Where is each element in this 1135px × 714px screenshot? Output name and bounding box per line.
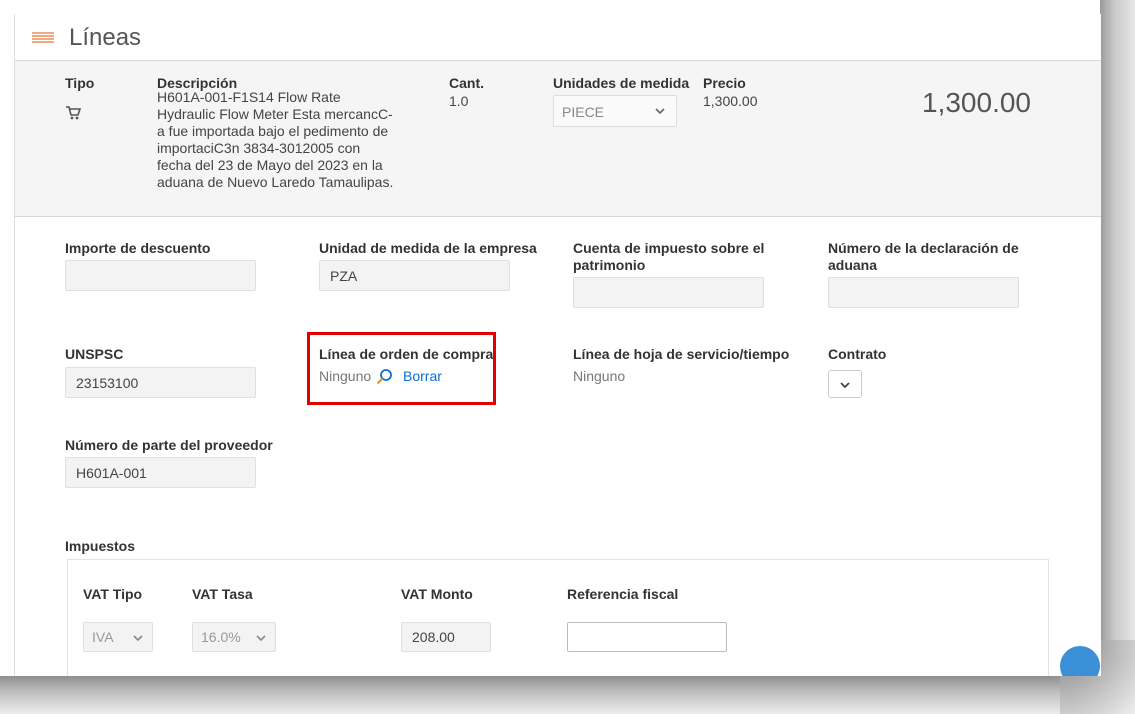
vat-rate-select[interactable]: 16.0% xyxy=(192,622,276,652)
contract-label: Contrato xyxy=(828,346,887,362)
discount-field[interactable] xyxy=(65,260,256,291)
supplier-part-field[interactable]: H601A-001 xyxy=(65,457,256,488)
fiscal-reference-label: Referencia fiscal xyxy=(567,586,679,602)
unspsc-label: UNSPSC xyxy=(65,346,124,362)
quantity-label: Cant. xyxy=(449,75,484,91)
unspsc-field[interactable]: 23153100 xyxy=(65,367,256,398)
type-label: Tipo xyxy=(65,75,95,91)
chat-icon[interactable] xyxy=(1060,646,1100,676)
vat-type-label: VAT Tipo xyxy=(83,586,143,602)
price-value: 1,300.00 xyxy=(703,93,758,109)
lines-icon xyxy=(32,32,54,44)
vat-rate-label: VAT Tasa xyxy=(192,586,253,602)
vat-amount-field[interactable]: 208.00 xyxy=(401,622,491,652)
vat-type-select[interactable]: IVA xyxy=(83,622,153,652)
taxes-box: VAT Tipo IVA VAT Tasa 16.0% VAT Monto 20… xyxy=(67,559,1049,676)
customs-label-line: aduana xyxy=(828,257,878,273)
section-title: Líneas xyxy=(69,24,142,51)
price-label: Precio xyxy=(703,75,746,91)
company-uom-label: Unidad de medida de la empresa xyxy=(319,240,537,256)
shadow-frame-bottom xyxy=(0,676,1135,714)
service-sheet-value: Ninguno xyxy=(573,368,626,384)
contract-dropdown[interactable] xyxy=(828,370,862,398)
quantity-value: 1.0 xyxy=(449,93,469,109)
asset-tax-label-line: patrimonio xyxy=(573,257,646,273)
vat-type-value: IVA xyxy=(92,629,114,645)
description-line: H601A-001-F1S14 Flow Rate xyxy=(157,89,341,105)
fiscal-reference-input[interactable] xyxy=(567,622,727,652)
vat-rate-value: 16.0% xyxy=(201,629,241,645)
line-summary: Tipo Descripción H601A-001-F1S14 Flow Ra… xyxy=(15,60,1101,217)
asset-tax-label-line: Cuenta de impuesto sobre el xyxy=(573,240,765,256)
highlight-box xyxy=(307,332,496,405)
section-header: Líneas xyxy=(15,14,1101,60)
description-line: Hydraulic Flow Meter Esta mercancC- xyxy=(157,106,393,122)
supplier-part-label: Número de parte del proveedor xyxy=(65,437,273,453)
description-line: fecha del 23 de Mayo del 2023 en la xyxy=(157,157,383,173)
customs-declaration-label: Número de la declaración de aduana xyxy=(828,240,1019,274)
company-uom-field[interactable]: PZA xyxy=(319,260,510,291)
uom-select-value: PIECE xyxy=(562,104,605,120)
uom-label: Unidades de medida xyxy=(553,75,690,91)
asset-tax-label: Cuenta de impuesto sobre el patrimonio xyxy=(573,240,764,274)
chevron-down-icon xyxy=(133,635,143,642)
line-total: 1,300.00 xyxy=(922,87,1031,118)
customs-label-line: Número de la declaración de xyxy=(828,240,1019,256)
cart-icon xyxy=(66,106,81,120)
chevron-down-icon xyxy=(655,108,665,115)
description-line: aduana de Nuevo Laredo Tamaulipas. xyxy=(157,174,394,190)
lines-panel: Líneas Tipo Descripción H601A-001-F1S14 … xyxy=(14,14,1101,676)
customs-declaration-field[interactable] xyxy=(828,277,1019,308)
taxes-label: Impuestos xyxy=(65,538,136,554)
chevron-down-icon xyxy=(256,635,266,642)
uom-select[interactable]: PIECE xyxy=(553,95,677,127)
shadow-frame-right xyxy=(1100,0,1135,714)
asset-tax-field[interactable] xyxy=(573,277,764,308)
discount-label: Importe de descuento xyxy=(65,240,211,256)
chevron-down-icon xyxy=(840,382,850,389)
service-sheet-label: Línea de hoja de servicio/tiempo xyxy=(573,346,790,362)
vat-amount-label: VAT Monto xyxy=(401,586,473,602)
description-text: H601A-001-F1S14 Flow Rate Hydraulic Flow… xyxy=(157,89,417,191)
description-line: a fue importada bajo el pedimento de xyxy=(157,123,389,139)
description-line: importaciC3n 3834-3012005 con xyxy=(157,140,361,156)
